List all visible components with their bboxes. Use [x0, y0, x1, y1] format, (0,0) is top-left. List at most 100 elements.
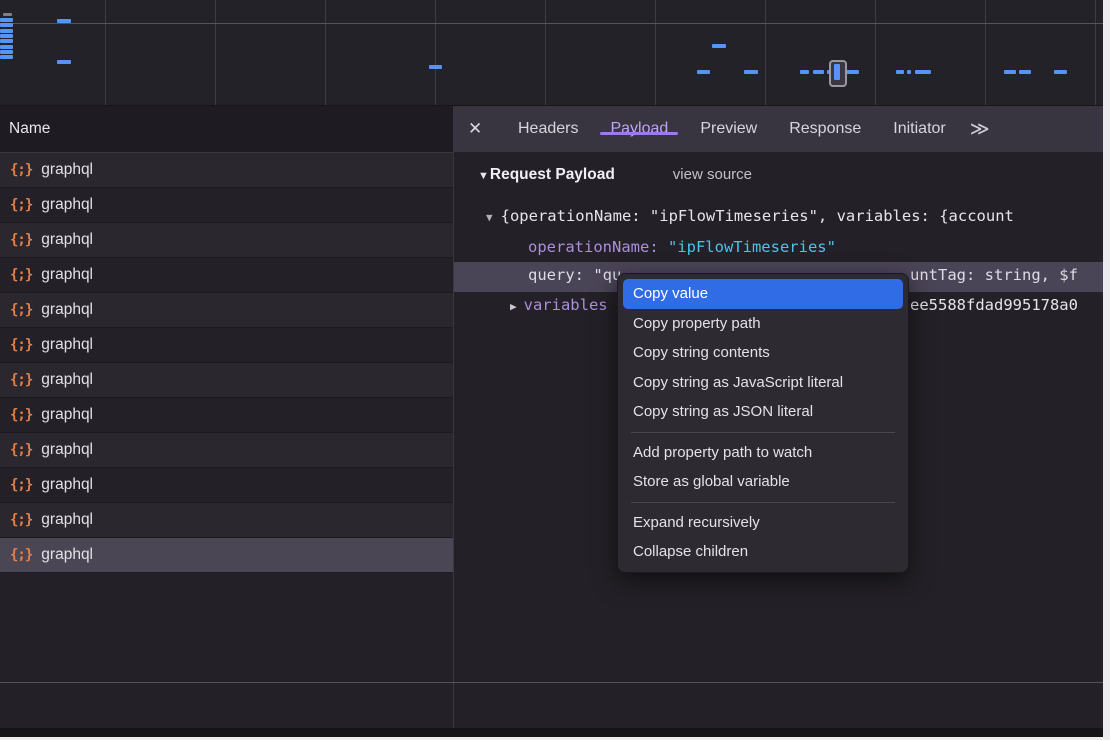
expand-triangle-icon[interactable]: ▶ [510, 300, 517, 313]
menu-item-collapse-children[interactable]: Collapse children [618, 537, 908, 567]
request-timing-bar[interactable] [697, 70, 710, 74]
request-timing-bar[interactable] [712, 44, 726, 48]
request-row-graphql[interactable]: {;}graphql [0, 398, 453, 433]
context-menu: Copy valueCopy property pathCopy string … [617, 273, 909, 573]
request-timing-bar[interactable] [57, 19, 71, 23]
query-text-left: query: "qu [528, 266, 621, 284]
request-row-graphql[interactable]: {;} graphql [0, 503, 453, 538]
more-tabs-chevron-icon[interactable]: ≫ [970, 118, 988, 141]
request-timing-bar[interactable] [846, 70, 859, 74]
section-collapse-triangle-icon[interactable]: ▼ [478, 170, 489, 182]
request-name-label: graphql [41, 371, 93, 389]
json-fetch-icon: {;} [10, 442, 32, 458]
json-fetch-icon: {;} [10, 547, 32, 563]
request-timing-bar[interactable] [429, 65, 442, 69]
overview-gridline [215, 0, 216, 105]
network-overview-waterfall[interactable] [0, 0, 1103, 106]
overview-gridline [325, 0, 326, 105]
menu-item-copy-string-as-json-literal[interactable]: Copy string as JSON literal [618, 397, 908, 427]
property-key: variables [524, 296, 608, 314]
request-name-label: graphql [41, 161, 93, 179]
overview-gray-dash [3, 13, 12, 16]
menu-item-copy-property-path[interactable]: Copy property path [618, 309, 908, 339]
overview-gridline [765, 0, 766, 105]
tab-initiator[interactable]: Initiator [877, 120, 961, 137]
name-column-header[interactable]: Name [0, 106, 453, 153]
request-row-graphql[interactable]: {;} graphql [0, 293, 453, 328]
request-name-label: graphql [41, 511, 93, 529]
request-timing-bar[interactable] [1004, 70, 1016, 74]
request-timing-bar[interactable] [0, 34, 13, 38]
request-timing-bar[interactable] [1019, 70, 1031, 74]
menu-separator [631, 432, 895, 433]
expand-triangle-icon[interactable]: ▼ [486, 211, 493, 224]
json-fetch-icon: {;} [10, 267, 32, 283]
payload-operationname-node[interactable]: operationName: "ipFlowTimeseries" [528, 238, 836, 256]
request-name-label: graphql [41, 301, 93, 319]
horizontal-divider [0, 682, 1103, 683]
request-timing-bar[interactable] [0, 23, 13, 27]
json-fetch-icon: {;} [10, 162, 32, 178]
view-source-link[interactable]: view source [673, 166, 752, 183]
json-fetch-icon: {;} [10, 512, 32, 528]
bottom-status-strip [0, 728, 1103, 737]
request-timing-bar[interactable] [0, 29, 13, 33]
overview-gridline [545, 0, 546, 105]
payload-root-preview: {operationName: "ipFlowTimeseries", vari… [501, 207, 1014, 225]
request-row-graphql[interactable]: {;} graphql [0, 363, 453, 398]
menu-item-expand-recursively[interactable]: Expand recursively [618, 508, 908, 538]
request-row-graphql[interactable]: {;} graphql [0, 433, 453, 468]
tab-preview[interactable]: Preview [684, 120, 773, 137]
request-timing-bar[interactable] [907, 70, 911, 74]
request-timing-bar[interactable] [800, 70, 809, 74]
payload-root-node[interactable]: ▼ {operationName: "ipFlowTimeseries", var… [486, 207, 1014, 225]
request-row-graphql[interactable]: {;}graphql [0, 328, 453, 363]
request-timing-bar[interactable] [57, 60, 71, 64]
tab-headers[interactable]: Headers [502, 120, 594, 137]
request-row-graphql[interactable]: {;} graphql [0, 153, 453, 188]
json-fetch-icon: {;} [10, 302, 32, 318]
overview-gridline [435, 0, 436, 105]
request-timing-bar[interactable] [0, 45, 13, 49]
property-string-value: "ipFlowTimeseries" [668, 238, 836, 256]
selected-request-bar [834, 64, 840, 80]
menu-item-copy-value[interactable]: Copy value [623, 279, 903, 309]
menu-item-store-as-global-variable[interactable]: Store as global variable [618, 467, 908, 497]
request-row-graphql[interactable]: {;}graphql [0, 223, 453, 258]
request-payload-title: Request Payload [490, 166, 615, 184]
request-timing-bar[interactable] [813, 70, 824, 74]
request-name-label: graphql [41, 441, 93, 459]
overview-gridline [985, 0, 986, 105]
menu-item-copy-string-as-javascript-literal[interactable]: Copy string as JavaScript literal [618, 368, 908, 398]
json-fetch-icon: {;} [10, 197, 32, 213]
request-timing-bar[interactable] [896, 70, 904, 74]
requests-list-panel: Name {;}graphql{;}graphql{;}graphql{;}gr… [0, 106, 453, 737]
variables-text-right: ee5588fdad995178a0 [910, 296, 1078, 314]
request-timing-bar[interactable] [0, 18, 13, 22]
menu-separator [631, 502, 895, 503]
request-timing-bar[interactable] [1054, 70, 1067, 74]
name-column-label: Name [9, 120, 50, 138]
request-row-graphql[interactable]: {;}graphql [0, 538, 453, 573]
request-timing-bar[interactable] [744, 70, 758, 74]
payload-variables-node[interactable]: ▶ variables [510, 296, 608, 314]
request-timing-bar[interactable] [0, 39, 13, 43]
selected-request-marker[interactable] [829, 60, 847, 87]
request-timing-bar[interactable] [0, 55, 13, 59]
menu-item-add-property-path-to-watch[interactable]: Add property path to watch [618, 438, 908, 468]
request-row-graphql[interactable]: {;}graphql [0, 468, 453, 503]
tab-payload[interactable]: Payload [594, 120, 684, 137]
json-fetch-icon: {;} [10, 232, 32, 248]
request-name-label: graphql [41, 336, 93, 354]
close-icon[interactable]: ✕ [468, 119, 502, 139]
request-name-label: graphql [41, 196, 93, 214]
menu-item-copy-string-contents[interactable]: Copy string contents [618, 338, 908, 368]
request-timing-bar[interactable] [915, 70, 931, 74]
request-row-graphql[interactable]: {;} graphql [0, 188, 453, 223]
json-fetch-icon: {;} [10, 372, 32, 388]
tab-response[interactable]: Response [773, 120, 877, 137]
details-tab-bar: ✕ HeadersPayloadPreviewResponseInitiator… [454, 106, 1103, 152]
request-timing-bar[interactable] [0, 50, 13, 54]
requests-list: {;} graphql {;} graphql {;} graphql {;} graphql… [0, 153, 453, 573]
request-row-graphql[interactable]: {;}graphql [0, 258, 453, 293]
